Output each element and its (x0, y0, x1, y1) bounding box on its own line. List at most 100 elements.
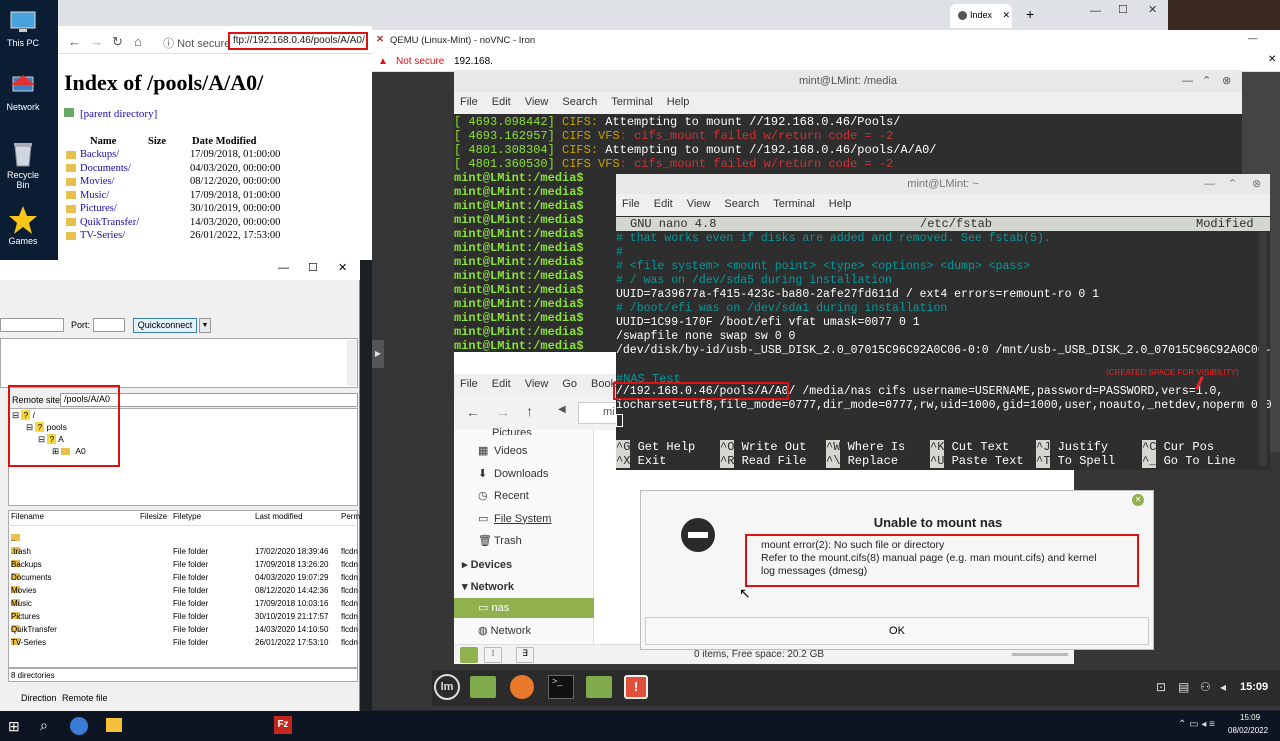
file-row[interactable]: TV-Series File folder 26/01/2022 17:53:10 f… (8, 638, 358, 651)
nano-shortcut[interactable]: ^R Read File (720, 454, 806, 468)
menu-item[interactable]: Terminal (773, 198, 815, 210)
sidebar-item[interactable]: ◷ Recent (478, 489, 529, 502)
nano-shortcut[interactable]: ^\ Replace (826, 454, 898, 468)
back-icon[interactable]: ← (68, 34, 81, 49)
sidebar-item[interactable]: ▦ Videos (478, 444, 527, 457)
close-icon[interactable]: ✕ (1148, 3, 1157, 16)
close-icon[interactable]: ⊗ (1222, 70, 1231, 92)
windows-start-icon[interactable]: ⊞ (8, 718, 20, 735)
windows-clock[interactable]: 15:09 (1240, 713, 1260, 722)
directory-link[interactable]: Documents/ (80, 163, 190, 174)
maximize-icon[interactable]: ☐ (308, 261, 318, 274)
menu-item[interactable]: File (622, 198, 640, 210)
folder-icon[interactable] (586, 676, 612, 698)
menu-item[interactable]: File (460, 96, 478, 108)
close-icon[interactable]: ⊗ (1252, 174, 1261, 194)
menu-item[interactable]: Edit (492, 378, 511, 390)
alert-icon[interactable]: ! (624, 675, 648, 699)
directory-row[interactable]: TV-Series/26/01/2022, 17:53:00 (66, 230, 280, 244)
nano-shortcut[interactable]: ^J Justify (1036, 440, 1108, 454)
close-tab-icon[interactable]: ✕ (1003, 10, 1011, 20)
nano-shortcut[interactable]: ^W Where Is (826, 440, 905, 454)
nano-shortcut[interactable]: ^O Write Out (720, 440, 806, 454)
file-row[interactable]: .. (8, 534, 358, 547)
not-secure-label[interactable]: Not secure (396, 56, 444, 67)
nano-shortcut[interactable]: ^T To Spell (1036, 454, 1115, 468)
path-button[interactable]: mi (578, 402, 618, 424)
directory-link[interactable]: Backups/ (80, 149, 190, 160)
close-icon[interactable]: ✕ (1132, 494, 1144, 506)
file-row[interactable]: QuikTransfer File folder 14/03/2020 14:10:… (8, 625, 358, 638)
col-last-modified[interactable]: Last modified (255, 512, 303, 521)
directory-row[interactable]: Movies/08/12/2020, 00:00:00 (66, 176, 280, 190)
file-row[interactable]: Pictures File folder 30/10/2019 21:17:57 fl… (8, 612, 358, 625)
files-launcher-icon[interactable] (470, 676, 496, 698)
network-icon[interactable]: ⚇ (1200, 680, 1211, 694)
menu-item[interactable]: Edit (492, 96, 511, 108)
file-row[interactable]: Movies File folder 08/12/2020 14:42:36 flcd… (8, 586, 358, 599)
nano-buffer[interactable]: # that works even if disks are added and… (616, 232, 1270, 372)
maximize-icon[interactable]: ⌃ (1228, 174, 1237, 194)
menu-item[interactable]: Search (724, 198, 759, 210)
menu-item[interactable]: View (525, 96, 549, 108)
minimize-icon[interactable]: — (1248, 33, 1258, 44)
directory-row[interactable]: Documents/04/03/2020, 00:00:00 (66, 163, 280, 177)
quickconnect-button[interactable]: Quickconnect (133, 318, 197, 333)
minimize-icon[interactable]: — (278, 262, 289, 274)
menu-item[interactable]: File (460, 378, 478, 390)
network-shortcut[interactable]: Network (0, 72, 46, 112)
devices-section[interactable]: ▸ Devices (462, 558, 512, 571)
minimize-icon[interactable]: — (1090, 5, 1101, 17)
mint-menu-icon[interactable]: lm (434, 674, 460, 700)
network-section[interactable]: ▾ Network (462, 580, 514, 593)
col-filesize[interactable]: Filesize (140, 512, 167, 521)
browser-taskbar-icon[interactable] (70, 717, 88, 735)
file-explorer-icon[interactable] (106, 718, 122, 732)
reload-icon[interactable]: ↻ (112, 34, 123, 50)
directory-link[interactable]: TV-Series/ (80, 230, 190, 241)
file-row[interactable]: .trash File folder 17/02/2020 18:39:46 flcd… (8, 547, 358, 560)
password-field[interactable] (0, 318, 64, 332)
sidebar-item-pictures[interactable]: Pictures (492, 427, 532, 435)
nano-shortcut[interactable]: ^K Cut Text (930, 440, 1009, 454)
home-icon[interactable]: ⌂ (134, 34, 142, 49)
port-field[interactable] (93, 318, 125, 332)
queue-col-direction[interactable]: Direction (21, 693, 57, 703)
directory-row[interactable]: Backups/17/09/2018, 01:00:00 (66, 149, 280, 163)
show-treeview-icon[interactable]: ⁝ (484, 647, 502, 663)
parent-directory-link[interactable]: [parent directory] (64, 108, 157, 120)
menu-item[interactable]: Help (667, 96, 690, 108)
quickconnect-dropdown-icon[interactable]: ▼ (199, 318, 211, 333)
scrollbar[interactable] (1259, 232, 1267, 466)
file-row[interactable]: Documents File folder 04/03/2020 19:07:29 f… (8, 573, 358, 586)
novnc-sidebar-handle[interactable]: ▶ (372, 340, 384, 368)
directory-link[interactable]: Movies/ (80, 176, 190, 187)
tray-icons[interactable]: ⌃ ▭ ◂ ≡ (1178, 719, 1215, 730)
menu-item[interactable]: View (525, 378, 549, 390)
hide-sidebar-icon[interactable]: ∃ (516, 647, 534, 663)
recycle-bin-shortcut[interactable]: Recycle Bin (0, 140, 46, 190)
directory-row[interactable]: Pictures/30/10/2019, 00:00:00 (66, 203, 280, 217)
sidebar-item-nas[interactable]: ▭ nas (454, 598, 594, 618)
menu-item[interactable]: Terminal (611, 96, 653, 108)
volume-icon[interactable]: ◂ (1220, 680, 1226, 694)
directory-row[interactable]: QuikTransfer/14/03/2020, 00:00:00 (66, 217, 280, 231)
ok-button[interactable]: OK (645, 617, 1149, 645)
message-log[interactable] (0, 338, 358, 388)
mint-clock[interactable]: 15:09 (1240, 681, 1268, 693)
search-icon[interactable]: ⌕ (40, 717, 48, 734)
directory-link[interactable]: QuikTransfer/ (80, 217, 190, 228)
menu-item[interactable]: Go (562, 378, 577, 390)
col-filename[interactable]: Filename (11, 512, 44, 521)
nano-shortcut[interactable]: ^X Exit (616, 454, 666, 468)
update-icon[interactable]: ⊡ (1156, 680, 1166, 694)
maximize-icon[interactable]: ⌃ (1202, 70, 1211, 92)
col-perm[interactable]: Perm (341, 512, 360, 521)
queue-col-remote-file[interactable]: Remote file (62, 693, 108, 703)
menu-item[interactable]: View (687, 198, 711, 210)
nano-shortcut[interactable]: ^_ Go To Line (1142, 454, 1236, 468)
menu-item[interactable]: Search (562, 96, 597, 108)
show-places-icon[interactable] (460, 647, 478, 663)
menu-item[interactable]: Help (829, 198, 852, 210)
qemu-address[interactable]: 192.168. (454, 56, 493, 67)
